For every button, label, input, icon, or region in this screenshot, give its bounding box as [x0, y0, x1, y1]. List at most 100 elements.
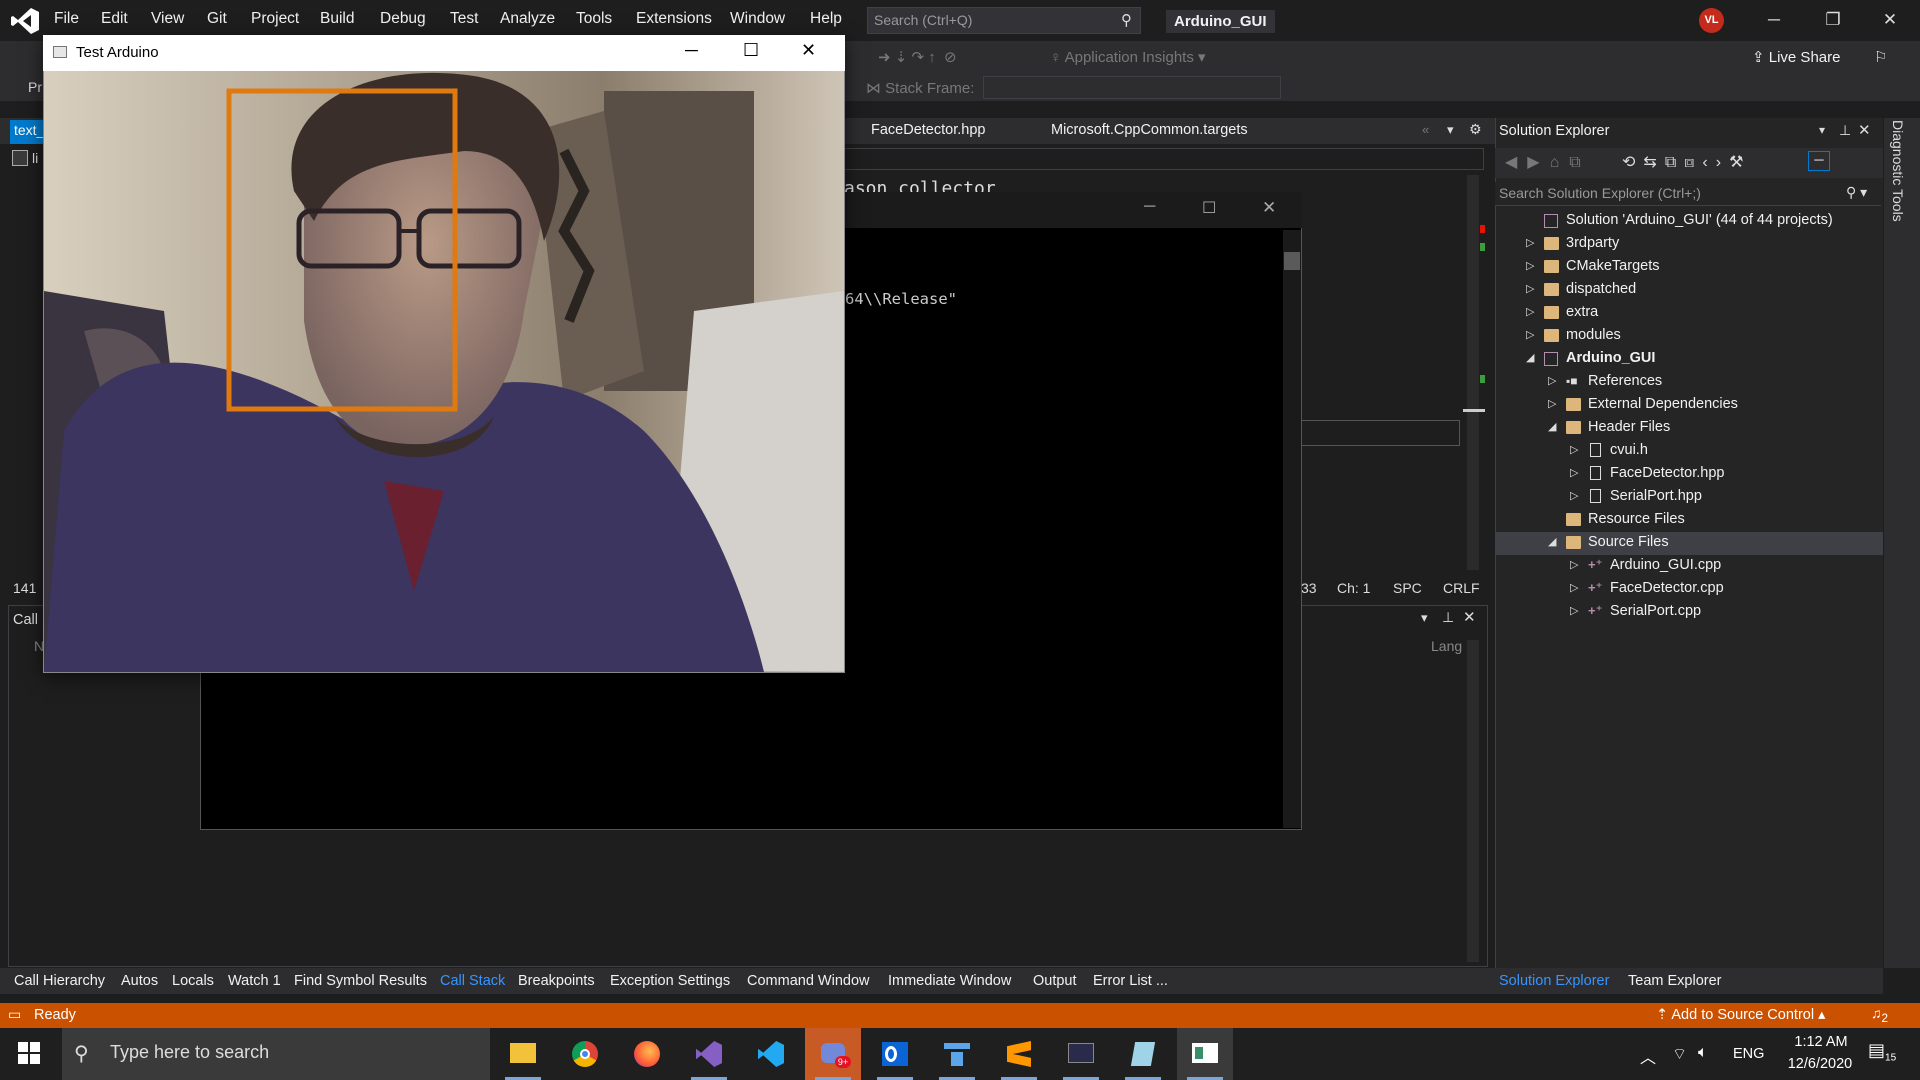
- panel-scrollbar[interactable]: [1467, 640, 1479, 962]
- tab-output[interactable]: Output: [1033, 973, 1077, 989]
- tree-item[interactable]: ▷ 3rdparty: [1495, 233, 1883, 256]
- indent-mode[interactable]: SPC: [1393, 580, 1422, 596]
- console-close-icon[interactable]: ✕: [1262, 198, 1276, 218]
- menu-file[interactable]: File: [54, 10, 79, 28]
- tab-facedetector-hpp[interactable]: FaceDetector.hpp: [871, 122, 985, 138]
- tree-item[interactable]: ▷ +⁺ SerialPort.cpp: [1495, 601, 1883, 624]
- tree-item[interactable]: ▷ +⁺ FaceDetector.cpp: [1495, 578, 1883, 601]
- menu-project[interactable]: Project: [251, 10, 299, 28]
- menu-window[interactable]: Window: [730, 10, 785, 28]
- firefox-icon[interactable]: [619, 1028, 675, 1080]
- tree-item[interactable]: Solution 'Arduino_GUI' (44 of 44 project…: [1495, 210, 1883, 233]
- clock-time[interactable]: 1:12 AM: [1786, 1034, 1856, 1050]
- feedback-icon[interactable]: ⚐: [1874, 48, 1887, 66]
- visual-studio-icon[interactable]: [681, 1028, 737, 1080]
- tab-error-list[interactable]: Error List ...: [1093, 973, 1168, 989]
- restore-icon[interactable]: ❐: [1813, 8, 1853, 34]
- menu-view[interactable]: View: [151, 10, 184, 28]
- tab-scroll-icon[interactable]: «: [1422, 122, 1429, 137]
- opencv-app-icon[interactable]: [1177, 1028, 1233, 1080]
- menu-edit[interactable]: Edit: [101, 10, 128, 28]
- chrome-icon[interactable]: [557, 1028, 613, 1080]
- tree-item[interactable]: ▷ cvui.h: [1495, 440, 1883, 463]
- tree-item[interactable]: ▷ FaceDetector.hpp: [1495, 463, 1883, 486]
- tab-command-window[interactable]: Command Window: [747, 973, 870, 989]
- console-maximize-icon[interactable]: ☐: [1202, 198, 1216, 218]
- sublime-text-icon[interactable]: [991, 1028, 1047, 1080]
- notifications-bell-icon[interactable]: ♫2: [1871, 1005, 1888, 1025]
- panel-close-icon[interactable]: ✕: [1463, 608, 1476, 626]
- step-icons[interactable]: ➜ ⇣ ↷ ↑ ⊘: [878, 48, 957, 66]
- avatar[interactable]: VL: [1699, 8, 1724, 33]
- diagnostic-tools-tab[interactable]: Diagnostic Tools: [1890, 120, 1906, 222]
- expand-arrow-icon[interactable]: ▷: [1570, 581, 1582, 594]
- expand-arrow-icon[interactable]: ▷: [1570, 604, 1582, 617]
- expand-arrow-icon[interactable]: ▷: [1548, 374, 1560, 387]
- tab-list-dropdown-icon[interactable]: ▾: [1447, 122, 1454, 138]
- cv-maximize-icon[interactable]: ☐: [743, 40, 759, 61]
- outlook-icon[interactable]: [867, 1028, 923, 1080]
- terminal-icon[interactable]: [1053, 1028, 1109, 1080]
- console-minimize-icon[interactable]: ─: [1144, 198, 1155, 216]
- tab-cppcommon-targets[interactable]: Microsoft.CppCommon.targets: [1051, 122, 1248, 138]
- cv-minimize-icon[interactable]: ─: [685, 40, 698, 61]
- tab-solution-explorer[interactable]: Solution Explorer: [1499, 973, 1609, 989]
- se-pin-icon[interactable]: ⊥: [1839, 122, 1851, 139]
- expand-arrow-icon[interactable]: ◢: [1526, 351, 1538, 364]
- windows-start-icon[interactable]: [18, 1042, 40, 1068]
- action-center-icon[interactable]: ▤15: [1868, 1040, 1896, 1064]
- tools-app-icon[interactable]: [929, 1028, 985, 1080]
- expand-arrow-icon[interactable]: ▷: [1526, 328, 1538, 341]
- tree-item[interactable]: ▷ +⁺ Arduino_GUI.cpp: [1495, 555, 1883, 578]
- tree-item[interactable]: ▷ ▪■ References: [1495, 371, 1883, 394]
- opencv-titlebar[interactable]: Test Arduino ─ ☐ ✕: [43, 35, 845, 71]
- tab-team-explorer[interactable]: Team Explorer: [1628, 973, 1721, 989]
- vscode-icon[interactable]: [743, 1028, 799, 1080]
- navigation-bar[interactable]: [844, 148, 1484, 170]
- language-indicator[interactable]: ENG: [1733, 1046, 1764, 1062]
- tab-breakpoints[interactable]: Breakpoints: [518, 973, 595, 989]
- cv-close-icon[interactable]: ✕: [801, 40, 816, 61]
- expand-arrow-icon[interactable]: ▷: [1570, 489, 1582, 502]
- line-ending[interactable]: CRLF: [1443, 580, 1480, 596]
- add-to-source-control-button[interactable]: ⇡ Add to Source Control ▴: [1656, 1007, 1825, 1023]
- solution-search-input[interactable]: Search Solution Explorer (Ctrl+;): [1495, 182, 1881, 206]
- tree-item[interactable]: ▷ SerialPort.hpp: [1495, 486, 1883, 509]
- tree-item[interactable]: Resource Files: [1495, 509, 1883, 532]
- clock-date[interactable]: 12/6/2020: [1780, 1056, 1860, 1072]
- minimize-icon[interactable]: ─: [1754, 8, 1794, 34]
- file-explorer-icon[interactable]: [495, 1028, 551, 1080]
- console-scrollbar[interactable]: [1283, 230, 1301, 828]
- tab-exception-settings[interactable]: Exception Settings: [610, 973, 730, 989]
- expand-arrow-icon[interactable]: ▷: [1570, 443, 1582, 456]
- editor-scrollbar[interactable]: [1467, 175, 1479, 570]
- menu-tools[interactable]: Tools: [576, 10, 612, 28]
- expand-arrow-icon[interactable]: ▷: [1570, 466, 1582, 479]
- discord-icon[interactable]: 9+: [805, 1028, 861, 1080]
- menu-build[interactable]: Build: [320, 10, 354, 28]
- se-properties-icon[interactable]: ─: [1808, 151, 1830, 171]
- notes-app-icon[interactable]: [1115, 1028, 1171, 1080]
- se-tool-icons[interactable]: ⟲⇆⧉⧈‹›⚒: [1622, 152, 1751, 172]
- volume-icon[interactable]: 🔈︎: [1698, 1044, 1708, 1062]
- live-share-button[interactable]: ⇪ Live Share: [1752, 48, 1840, 66]
- expand-arrow-icon[interactable]: ▷: [1548, 397, 1560, 410]
- pin-icon[interactable]: ⊥: [1442, 609, 1454, 626]
- search-input[interactable]: Search (Ctrl+Q) ⚲: [867, 7, 1141, 34]
- menu-git[interactable]: Git: [207, 10, 227, 28]
- settings-gear-icon[interactable]: ⚙: [1469, 121, 1482, 138]
- tab-autos[interactable]: Autos: [121, 973, 158, 989]
- menu-test[interactable]: Test: [450, 10, 478, 28]
- expand-arrow-icon[interactable]: ◢: [1548, 535, 1560, 548]
- taskbar-search-box[interactable]: ⚲ Type here to search: [62, 1028, 490, 1080]
- menu-debug[interactable]: Debug: [380, 10, 426, 28]
- stack-frame-dropdown[interactable]: [983, 76, 1281, 99]
- tree-item[interactable]: ▷ External Dependencies: [1495, 394, 1883, 417]
- tree-item[interactable]: ◢ Header Files: [1495, 417, 1883, 440]
- expand-arrow-icon[interactable]: ▷: [1526, 282, 1538, 295]
- se-dropdown-icon[interactable]: ▾: [1819, 123, 1825, 137]
- tree-item[interactable]: ▷ extra: [1495, 302, 1883, 325]
- menu-extensions[interactable]: Extensions: [636, 10, 712, 28]
- tree-item[interactable]: ◢ Source Files: [1495, 532, 1883, 555]
- tab-immediate-window[interactable]: Immediate Window: [888, 973, 1011, 989]
